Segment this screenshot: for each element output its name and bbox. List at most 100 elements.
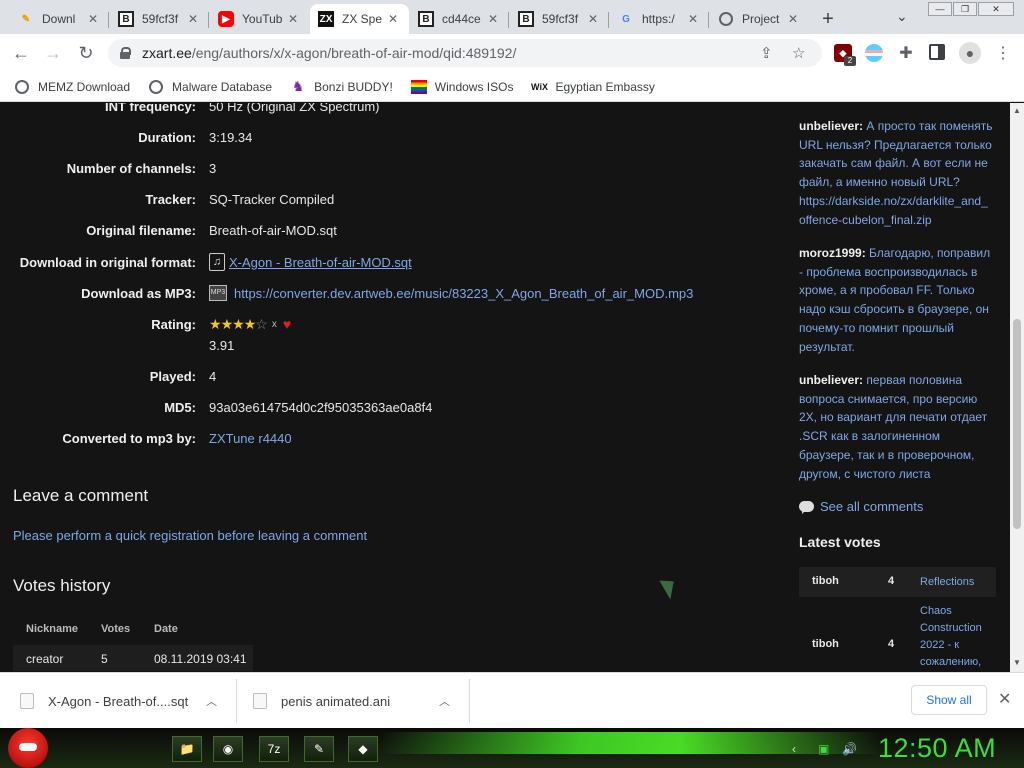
close-icon[interactable]: ✕: [85, 11, 101, 27]
address-bar[interactable]: zxart.ee/eng/authors/x/x-agon/breath-of-…: [108, 39, 822, 67]
comment-text[interactable]: закачать сам файл. А вот если не: [799, 156, 988, 170]
comment-text[interactable]: URL нельзя? Предлагается только: [799, 138, 992, 152]
close-icon[interactable]: ✕: [998, 689, 1011, 709]
vote-title-link[interactable]: Reflections: [920, 574, 994, 591]
tab-youtube[interactable]: ▶ YouTub ✕: [210, 4, 309, 34]
restore-icon[interactable]: ❐: [953, 2, 977, 16]
comment-text[interactable]: А просто так поменять: [866, 119, 992, 133]
comment-text[interactable]: другом, с чистого листа: [799, 467, 930, 481]
browser-toolbar: ← → ↻ zxart.ee/eng/authors/x/x-agon/brea…: [0, 34, 1024, 72]
star-filled-icon[interactable]: ★: [209, 316, 222, 332]
info-row-rating: Rating: ★★★★☆ x ♥: [0, 314, 760, 334]
profile-avatar-icon[interactable]: ●: [959, 42, 981, 64]
side-panel-icon[interactable]: [929, 44, 945, 60]
reload-icon[interactable]: ↻: [75, 42, 97, 64]
vote-title-link[interactable]: Chaos Construction 2022 - к сожалению,: [920, 603, 994, 671]
tab-zx-spectrum[interactable]: ZX ZX Spe ✕: [310, 4, 409, 34]
converter-link[interactable]: ZXTune r4440: [209, 431, 292, 446]
tab-project[interactable]: Project ✕: [710, 4, 809, 34]
window-close-icon[interactable]: ✕: [978, 2, 1014, 16]
taskbar-clock[interactable]: 12:50 AM: [878, 733, 996, 764]
close-icon[interactable]: ✕: [285, 11, 301, 27]
comment-text[interactable]: - проблема воспроизводилась в: [799, 265, 977, 279]
close-icon[interactable]: ✕: [485, 11, 501, 27]
folder-icon[interactable]: 📁: [172, 736, 202, 762]
scroll-down-arrow-icon[interactable]: ▼: [1013, 658, 1021, 667]
close-icon[interactable]: ✕: [685, 11, 701, 27]
taskbar-glow: [380, 732, 880, 754]
comment-text[interactable]: .SCR как в залогиненном: [799, 429, 940, 443]
tab-cd44ce[interactable]: B cd44ce ✕: [410, 4, 509, 34]
tab-downloads[interactable]: ✎ Downl ✕: [10, 4, 109, 34]
share-icon[interactable]: ⇪: [760, 44, 773, 62]
close-icon[interactable]: ✕: [785, 11, 801, 27]
download-item[interactable]: X-Agon - Breath-of....sqt: [20, 673, 188, 729]
rating-stars[interactable]: ★★★★☆: [209, 316, 268, 333]
rating-reset-x[interactable]: x: [272, 319, 277, 330]
close-icon[interactable]: ✕: [585, 11, 601, 27]
tab-59fcf3f[interactable]: B 59fcf3f ✕: [110, 4, 209, 34]
bookmark-malware-database[interactable]: Malware Database: [148, 79, 272, 95]
comment-text[interactable]: хроме, а я пробовал FF. Только: [799, 283, 975, 297]
close-icon[interactable]: ✕: [385, 11, 401, 27]
comment-text[interactable]: браузере, так и в проверочном,: [799, 448, 975, 462]
comment-text[interactable]: вопроса снимается, про версию: [799, 392, 977, 406]
comment-text[interactable]: 2X, но вариант для печати отдает: [799, 410, 987, 424]
comment-text[interactable]: https://darkside.no/zx/darklite_and_: [799, 194, 988, 208]
comment-text[interactable]: Благодарю, поправил: [869, 246, 990, 260]
pride-extension-icon[interactable]: [865, 44, 883, 62]
star-filled-icon[interactable]: ★: [221, 316, 234, 332]
chevron-up-icon[interactable]: ︿: [206, 693, 217, 709]
see-all-comments-link[interactable]: See all comments: [799, 499, 923, 514]
paint-icon[interactable]: ✎: [304, 736, 334, 762]
url-text[interactable]: zxart.ee/eng/authors/x/x-agon/breath-of-…: [142, 45, 516, 61]
tab-google[interactable]: G https:/ ✕: [610, 4, 709, 34]
download-shelf: X-Agon - Breath-of....sqt ︿ penis animat…: [0, 672, 1024, 728]
scrollbar-thumb[interactable]: [1013, 319, 1021, 529]
bookmark-memz[interactable]: MEMZ Download: [14, 79, 130, 95]
extensions-puzzle-icon[interactable]: ✚: [897, 44, 915, 62]
star-filled-icon[interactable]: ★: [232, 316, 245, 332]
download-mp3-link[interactable]: https://converter.dev.artweb.ee/music/83…: [234, 286, 693, 301]
bookmark-bonzi-buddy[interactable]: ♞ Bonzi BUDDY!: [290, 78, 393, 95]
start-button-angry-bird-icon[interactable]: [8, 728, 48, 768]
registration-link[interactable]: Please perform a quick registration befo…: [13, 528, 367, 543]
back-arrow-icon[interactable]: ←: [10, 42, 32, 64]
chevron-up-icon[interactable]: ︿: [439, 693, 450, 709]
chrome-icon[interactable]: ◉: [213, 736, 243, 762]
comment-text[interactable]: offence-cubelon_final.zip: [799, 213, 932, 227]
comment-text[interactable]: почему-то помнит прошлый: [799, 321, 954, 335]
bookmark-egyptian-embassy[interactable]: WiX Egyptian Embassy: [531, 79, 655, 95]
comment-text[interactable]: надо кэш сбросить в браузере, он: [799, 302, 989, 316]
heart-icon[interactable]: ♥: [283, 316, 291, 332]
new-tab-plus-icon[interactable]: +: [816, 8, 840, 31]
7zip-icon[interactable]: 7z: [259, 736, 289, 762]
page-scrollbar[interactable]: ▲ ▼: [1010, 103, 1024, 672]
show-all-downloads-button[interactable]: Show all: [911, 685, 987, 715]
bookmark-star-icon[interactable]: ☆: [792, 44, 805, 62]
tab-search-chevron-icon[interactable]: ⌄: [896, 8, 908, 25]
star-empty-icon[interactable]: ☆: [255, 316, 268, 332]
voter-nickname-link[interactable]: creator: [26, 652, 63, 666]
forward-arrow-icon[interactable]: →: [42, 42, 64, 64]
close-icon[interactable]: ✕: [185, 11, 201, 27]
star-filled-icon[interactable]: ★: [244, 316, 257, 332]
comment-item: unbeliever: А просто так поменять URL не…: [799, 117, 997, 229]
bookmark-windows-isos[interactable]: Windows ISOs: [410, 79, 513, 95]
lock-icon[interactable]: [120, 47, 131, 59]
download-original-link[interactable]: X-Agon - Breath-of-air-MOD.sqt: [229, 255, 412, 270]
tab-59fcf3f-2[interactable]: B 59fcf3f ✕: [510, 4, 609, 34]
comment-text[interactable]: файл, а именно новый URL?: [799, 175, 960, 189]
download-item[interactable]: penis animated.ani: [253, 673, 390, 729]
menu-kebab-icon[interactable]: ⋮: [994, 44, 1012, 62]
scroll-up-arrow-icon[interactable]: ▲: [1013, 106, 1021, 115]
comment-text[interactable]: первая половина: [866, 373, 962, 387]
tray-arrow-icon[interactable]: ‹: [792, 742, 796, 756]
info-value: 4: [209, 368, 217, 384]
comment-text[interactable]: результат.: [799, 340, 855, 354]
network-icon[interactable]: ▣: [818, 742, 829, 756]
rating-value: 3.91: [209, 337, 235, 353]
volume-icon[interactable]: 🔊: [842, 742, 857, 756]
minimize-icon[interactable]: —: [928, 2, 952, 16]
pinball-icon[interactable]: ◆: [348, 736, 378, 762]
